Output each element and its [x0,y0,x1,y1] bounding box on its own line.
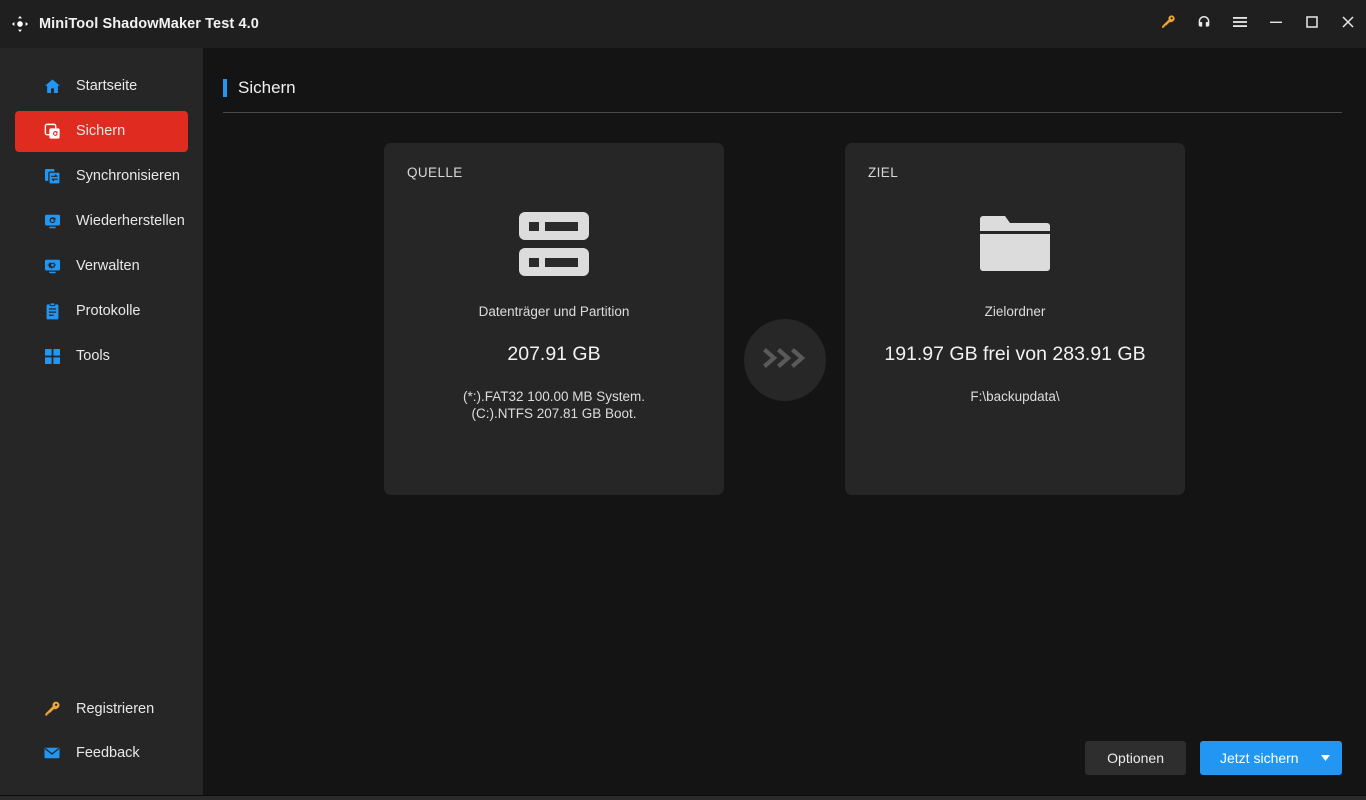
license-key-button[interactable] [1150,0,1186,48]
source-card-kicker: QUELLE [407,165,463,180]
sidebar-item-label: Feedback [76,744,140,761]
app-logo-icon [9,13,31,35]
sidebar-item-startseite[interactable]: Startseite [15,66,188,107]
page-header-inner: Sichern [223,78,1342,113]
minimize-icon [1269,15,1283,34]
backup-now-dropdown-toggle[interactable] [1307,741,1342,775]
main-content: Sichern QUELLE Datenträger und Partition… [203,48,1366,795]
support-button[interactable] [1186,0,1222,48]
sidebar-nav-list: Startseite Sichern Synchronisieren Wiede… [0,64,203,379]
page-title-accent-bar [223,79,227,97]
sidebar-item-label: Wiederherstellen [76,213,185,230]
sync-icon [42,167,62,187]
window-bottom-edge [0,795,1366,800]
body-row: Startseite Sichern Synchronisieren Wiede… [0,48,1366,795]
maximize-button[interactable] [1294,0,1330,48]
footer-actions: Optionen Jetzt sichern [203,741,1366,795]
caret-down-icon [1321,755,1330,761]
destination-card[interactable]: ZIEL Zielordner 191.97 GB frei von 283.9… [845,143,1185,495]
sidebar: Startseite Sichern Synchronisieren Wiede… [0,48,203,795]
sidebar-item-label: Sichern [76,123,126,140]
sidebar-item-label: Registrieren [76,700,155,717]
close-icon [1341,15,1355,34]
source-card-size: 207.91 GB [507,343,601,365]
key-icon [42,699,62,719]
sidebar-item-label: Startseite [76,78,138,95]
sidebar-item-label: Synchronisieren [76,168,180,185]
disk-stack-icon [400,194,708,294]
backup-cards-area: QUELLE Datenträger und Partition 207.91 … [203,113,1366,495]
sidebar-item-label: Protokolle [76,303,141,320]
page-title: Sichern [238,78,296,97]
close-button[interactable] [1330,0,1366,48]
destination-card-subtitle: Zielordner [984,304,1046,319]
sidebar-item-protokolle[interactable]: Protokolle [15,291,188,332]
key-icon [1160,14,1176,35]
tools-icon [42,347,62,367]
sidebar-item-verwalten[interactable]: Verwalten [15,246,188,287]
options-button[interactable]: Optionen [1085,741,1186,775]
headset-icon [1196,14,1212,35]
sidebar-item-tools[interactable]: Tools [15,336,188,377]
backup-now-button[interactable]: Jetzt sichern [1200,741,1342,775]
title-bar: MiniTool ShadowMaker Test 4.0 [0,0,1366,48]
restore-icon [42,212,62,232]
backup-icon [42,122,62,142]
home-icon [42,77,62,97]
minimize-button[interactable] [1258,0,1294,48]
sidebar-item-synchronisieren[interactable]: Synchronisieren [15,156,188,197]
application-window: MiniTool ShadowMaker Test 4.0 Startseite… [0,0,1366,800]
folder-icon [861,194,1169,294]
maximize-icon [1305,15,1319,34]
sidebar-item-wiederherstellen[interactable]: Wiederherstellen [15,201,188,242]
connector-circle [743,319,826,401]
menu-button[interactable] [1222,0,1258,48]
logs-icon [42,302,62,322]
envelope-icon [42,743,62,763]
destination-card-kicker: ZIEL [868,165,899,180]
sidebar-bottom-nav: Registrieren Feedback [0,687,203,795]
destination-card-path: F:\backupdata\ [970,389,1060,404]
sidebar-item-feedback[interactable]: Feedback [15,733,188,773]
sidebar-item-label: Tools [76,348,110,365]
source-card-subtitle: Datenträger und Partition [478,304,630,319]
source-to-destination-connector [203,319,1366,401]
source-card[interactable]: QUELLE Datenträger und Partition 207.91 … [384,143,724,495]
sidebar-item-label: Verwalten [76,258,140,275]
backup-now-label: Jetzt sichern [1220,750,1299,766]
source-card-detail: (*:).FAT32 100.00 MB System. (C:).NTFS 2… [462,389,646,421]
destination-card-size: 191.97 GB frei von 283.91 GB [884,343,1146,365]
app-title: MiniTool ShadowMaker Test 4.0 [39,16,259,32]
page-header: Sichern [203,48,1366,113]
manage-icon [42,257,62,277]
sidebar-item-registrieren[interactable]: Registrieren [15,689,188,729]
triple-chevron-right-icon [762,346,808,375]
sidebar-item-sichern[interactable]: Sichern [15,111,188,152]
hamburger-menu-icon [1232,14,1248,35]
